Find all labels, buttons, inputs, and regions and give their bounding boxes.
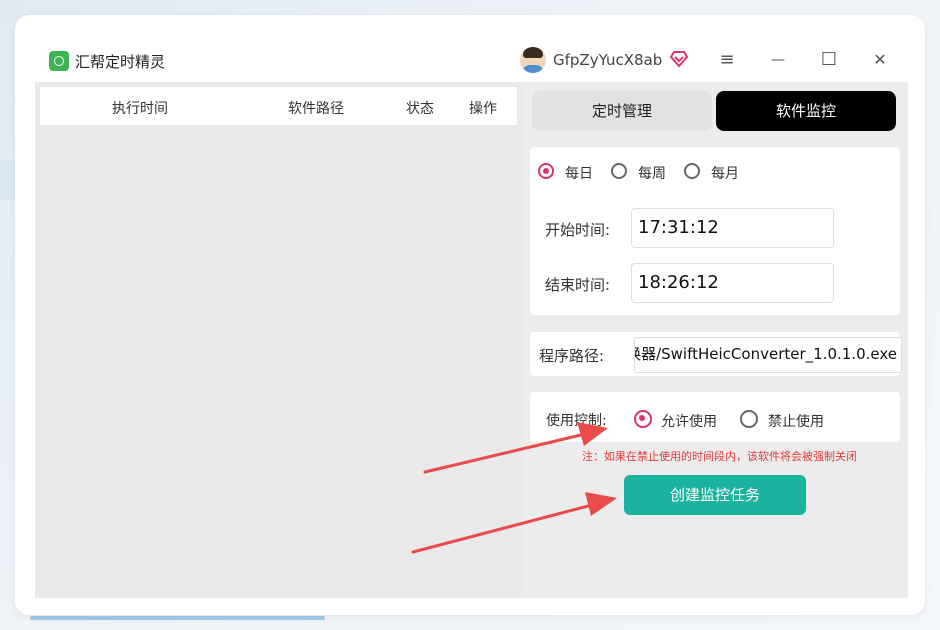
start-time-label: 开始时间: <box>545 221 611 239</box>
schedule-card: 每日 每周 每月 开始时间: 17:31:12 结束时间: 18:26:12 <box>530 147 900 315</box>
avatar[interactable] <box>520 47 546 73</box>
col-exec-time: 执行时间 <box>112 101 168 117</box>
table-header: 执行时间 软件路径 状态 操作 <box>40 87 517 125</box>
task-table: 执行时间 软件路径 状态 操作 <box>35 82 522 598</box>
vip-diamond-icon[interactable] <box>669 49 689 69</box>
program-path-input[interactable]: 换器/SwiftHeicConverter_1.0.1.0.exe <box>634 337 902 373</box>
radio-weekly-label: 每周 <box>638 166 666 182</box>
create-monitor-task-button[interactable]: 创建监控任务 <box>624 475 806 515</box>
usage-control-card: 使用控制: 允许使用 禁止使用 <box>530 392 900 442</box>
col-status: 状态 <box>406 101 434 117</box>
radio-weekly[interactable] <box>611 163 627 179</box>
col-action: 操作 <box>469 101 497 117</box>
radio-forbid-use-label: 禁止使用 <box>768 414 824 430</box>
settings-panel: 定时管理 软件监控 每日 每周 每月 开始时间: 17:31:12 结束时间: … <box>522 82 908 598</box>
radio-daily-label: 每日 <box>565 166 593 182</box>
warning-note: 注：如果在禁止使用的时间段内，该软件将会被强制关闭 <box>582 450 857 463</box>
radio-monthly[interactable] <box>684 163 700 179</box>
username[interactable]: GfpZyYucX8ab <box>553 51 662 69</box>
radio-monthly-label: 每月 <box>711 166 739 182</box>
background-line <box>30 616 325 620</box>
radio-allow-use-label: 允许使用 <box>661 414 717 430</box>
app-title: 汇帮定时精灵 <box>75 53 166 71</box>
close-button[interactable]: ✕ <box>866 48 894 72</box>
col-software-path: 软件路径 <box>288 101 344 117</box>
tab-software-monitor[interactable]: 软件监控 <box>716 91 896 131</box>
radio-forbid-use[interactable] <box>740 410 758 428</box>
start-time-input[interactable]: 17:31:12 <box>631 208 834 248</box>
tab-schedule-management[interactable]: 定时管理 <box>532 91 712 131</box>
program-path-label: 程序路径: <box>539 347 605 365</box>
program-path-value: 换器/SwiftHeicConverter_1.0.1.0.exe <box>634 345 897 363</box>
end-time-label: 结束时间: <box>545 276 611 294</box>
maximize-button[interactable]: ☐ <box>815 48 843 72</box>
radio-allow-use[interactable] <box>634 410 652 428</box>
radio-daily[interactable] <box>538 163 554 179</box>
usage-control-label: 使用控制: <box>546 413 607 429</box>
program-path-card: 程序路径: 换器/SwiftHeicConverter_1.0.1.0.exe <box>530 332 902 376</box>
menu-button[interactable]: ≡ <box>713 48 741 72</box>
title-bar: 汇帮定时精灵 GfpZyYucX8ab ≡ — ☐ ✕ <box>35 40 908 82</box>
app-logo-icon <box>49 51 69 71</box>
end-time-input[interactable]: 18:26:12 <box>631 263 834 303</box>
minimize-button[interactable]: — <box>764 48 792 72</box>
